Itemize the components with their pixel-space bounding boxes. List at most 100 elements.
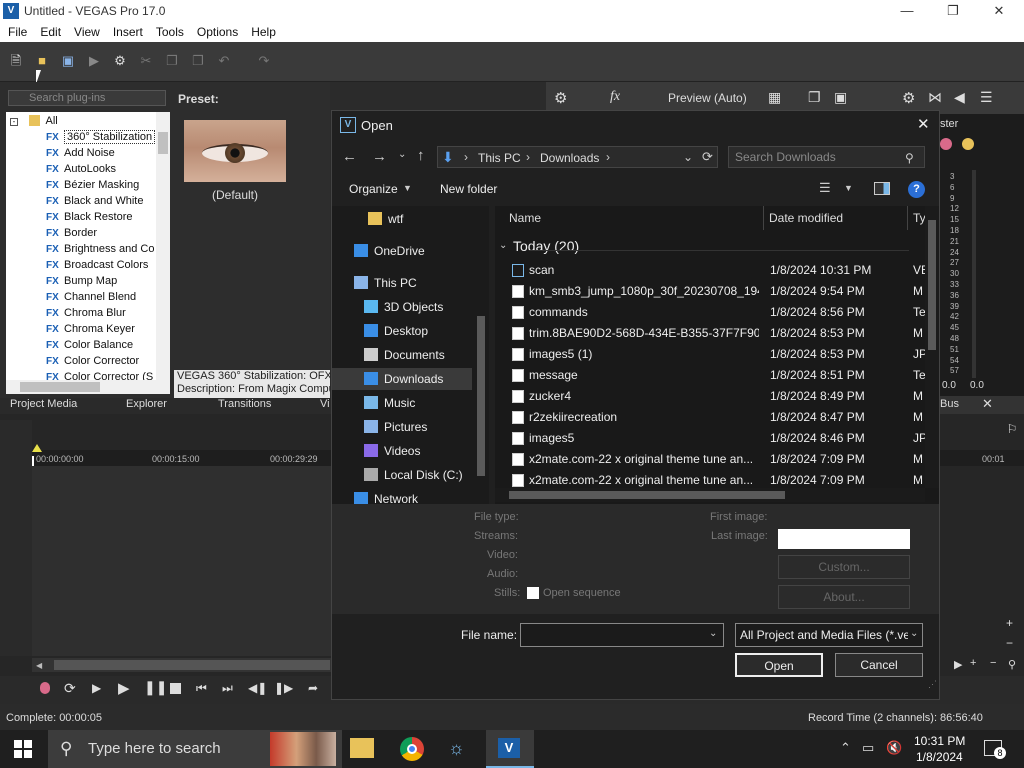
stop-icon[interactable]: [170, 683, 181, 694]
menu-tools[interactable]: Tools: [148, 22, 189, 39]
plugin-item[interactable]: FX Chroma Blur: [46, 305, 126, 321]
plugin-item[interactable]: FX Channel Blend: [46, 289, 136, 305]
plugin-item[interactable]: FX Bump Map: [46, 273, 117, 289]
file-list-vscrollbar[interactable]: [925, 206, 939, 488]
zoom-in-vertical-button[interactable]: +: [1006, 616, 1013, 630]
nav-item-pictures[interactable]: Pictures: [364, 416, 427, 438]
undo-icon[interactable]: ↶: [216, 53, 232, 69]
column-type-header[interactable]: Ty: [913, 211, 926, 225]
organize-button[interactable]: Organize: [349, 182, 398, 196]
edit-tool-icon[interactable]: ➦: [308, 681, 318, 695]
track-area[interactable]: [32, 466, 332, 656]
file-row[interactable]: km_smb3_jump_1080p_30f_20230708_194... 1/…: [495, 281, 927, 302]
nav-item-3d-objects[interactable]: 3D Objects: [364, 296, 443, 318]
view-chevron-icon[interactable]: ▼: [844, 183, 853, 193]
tree-root[interactable]: - All: [10, 113, 58, 129]
go-to-end-icon[interactable]: ⏭: [222, 681, 233, 696]
resize-grip-icon[interactable]: ⋰: [928, 679, 937, 690]
mute-icon[interactable]: [940, 138, 952, 150]
back-arrow-icon[interactable]: ←: [342, 148, 357, 165]
file-name-input[interactable]: ⌄: [520, 623, 724, 647]
nav-item-local-disk-c-[interactable]: Local Disk (C:): [364, 464, 463, 486]
nav-item-this-pc[interactable]: This PC: [354, 272, 417, 294]
menu-edit[interactable]: Edit: [32, 22, 66, 39]
zoom-in-button[interactable]: +: [970, 657, 976, 669]
plugin-item[interactable]: FX Border: [46, 225, 97, 241]
grid-icon[interactable]: ▦: [768, 89, 781, 106]
group-collapse-icon[interactable]: ⌄: [499, 240, 507, 251]
plugin-item[interactable]: FX 360° Stabilization: [46, 129, 156, 145]
plugin-item[interactable]: FX AutoLooks: [46, 161, 116, 177]
about-button[interactable]: About...: [778, 585, 910, 609]
paste-icon[interactable]: ❐: [190, 53, 206, 69]
file-list[interactable]: Name Date modified Ty ⌄ Today (20) scan 1…: [495, 206, 939, 504]
fx-icon[interactable]: fx: [610, 89, 620, 105]
recent-locations-chevron-icon[interactable]: ⌄: [398, 149, 406, 160]
nav-item-desktop[interactable]: Desktop: [364, 320, 428, 342]
column-date-header[interactable]: Date modified: [769, 211, 843, 225]
people-taskbar-icon[interactable]: ☼: [448, 738, 474, 760]
search-downloads-input[interactable]: Search Downloads ⚲: [728, 146, 925, 168]
file-list-hscrollbar[interactable]: [495, 488, 925, 502]
file-row[interactable]: images5 1/8/2024 8:46 PM JP: [495, 428, 927, 449]
menu-help[interactable]: Help: [243, 22, 281, 39]
column-divider-2[interactable]: [907, 206, 908, 230]
downmix-icon[interactable]: ⋈: [928, 89, 942, 106]
plugin-item[interactable]: FX Bézier Masking: [46, 177, 139, 193]
new-file-icon[interactable]: 🗎: [8, 53, 24, 69]
plugin-item[interactable]: FX Chroma Keyer: [46, 321, 135, 337]
preview-quality-dropdown[interactable]: Preview (Auto): [668, 91, 747, 105]
tree-hscrollbar[interactable]: [6, 380, 170, 394]
previous-frame-icon[interactable]: ◀❚: [248, 681, 267, 695]
tab-video-fx[interactable]: Vi: [320, 398, 330, 410]
group-header[interactable]: Today (20): [513, 238, 579, 254]
plugin-item[interactable]: FX Add Noise: [46, 145, 115, 161]
open-sequence-checkbox[interactable]: [527, 587, 539, 599]
render-icon[interactable]: ▶: [86, 53, 102, 69]
volume-muted-icon[interactable]: 🔇: [886, 740, 902, 756]
notifications-icon[interactable]: 8: [984, 740, 1006, 759]
column-divider[interactable]: [763, 206, 764, 230]
file-row[interactable]: scan 1/8/2024 10:31 PM VE: [495, 260, 929, 281]
clock-date[interactable]: 1/8/2024: [916, 750, 963, 764]
minimize-button[interactable]: —: [884, 0, 930, 22]
file-row[interactable]: zucker4 1/8/2024 8:49 PM M: [495, 386, 927, 407]
chrome-taskbar-icon[interactable]: [400, 737, 424, 761]
tab-project-media[interactable]: Project Media: [10, 398, 77, 410]
nav-item-onedrive[interactable]: OneDrive: [354, 240, 425, 262]
save-snapshot-icon[interactable]: ▣: [834, 89, 847, 106]
nav-item-downloads[interactable]: Downloads: [332, 368, 472, 390]
playhead-marker-icon[interactable]: [32, 444, 42, 452]
save-icon[interactable]: ▣: [60, 53, 76, 69]
dialog-close-icon[interactable]: ✕: [917, 115, 930, 133]
play-from-start-icon[interactable]: ▶: [92, 681, 101, 695]
breadcrumb-this-pc[interactable]: This PC: [478, 151, 521, 165]
nav-item-music[interactable]: Music: [364, 392, 415, 414]
zoom-out-vertical-button[interactable]: −: [1006, 636, 1013, 650]
file-name-dropdown-icon[interactable]: ⌄: [709, 628, 717, 639]
menu-options[interactable]: Options: [189, 22, 243, 39]
forward-arrow-icon[interactable]: →: [372, 148, 387, 165]
mixer-icon[interactable]: ☰: [980, 89, 993, 106]
file-explorer-taskbar-icon[interactable]: [350, 738, 374, 758]
zoom-tool-icon[interactable]: ⚲: [1008, 658, 1016, 671]
open-folder-icon[interactable]: ■: [34, 53, 50, 69]
nav-item-videos[interactable]: Videos: [364, 440, 420, 462]
play-icon[interactable]: ▶: [118, 679, 130, 697]
file-row[interactable]: images5 (1) 1/8/2024 8:53 PM JP: [495, 344, 927, 365]
custom-button[interactable]: Custom...: [778, 555, 910, 579]
open-button[interactable]: Open: [735, 653, 823, 677]
copy-snapshot-icon[interactable]: ❐: [808, 89, 821, 106]
bus-tab[interactable]: Bus ✕: [940, 396, 1024, 414]
file-row[interactable]: trim.8BAE90D2-568D-434E-B355-37F7F90... 1…: [495, 323, 927, 344]
record-icon[interactable]: [40, 682, 50, 694]
timeline-hscrollbar[interactable]: ◀: [32, 658, 332, 672]
plugin-item[interactable]: FX Black Restore: [46, 209, 132, 225]
tree-scrollbar[interactable]: [156, 112, 170, 380]
redo-icon[interactable]: ↷: [256, 53, 272, 69]
time-ruler[interactable]: 00:00:00:00 00:00:15:00 00:00:29:29: [32, 450, 332, 466]
clock-time[interactable]: 10:31 PM: [914, 734, 965, 748]
address-bar[interactable]: ⬇ › This PC › Downloads › ⌄ ⟳: [437, 146, 718, 168]
plugin-item[interactable]: FX Color Corrector: [46, 353, 139, 369]
plugin-item[interactable]: FX Color Corrector (S: [46, 369, 153, 380]
